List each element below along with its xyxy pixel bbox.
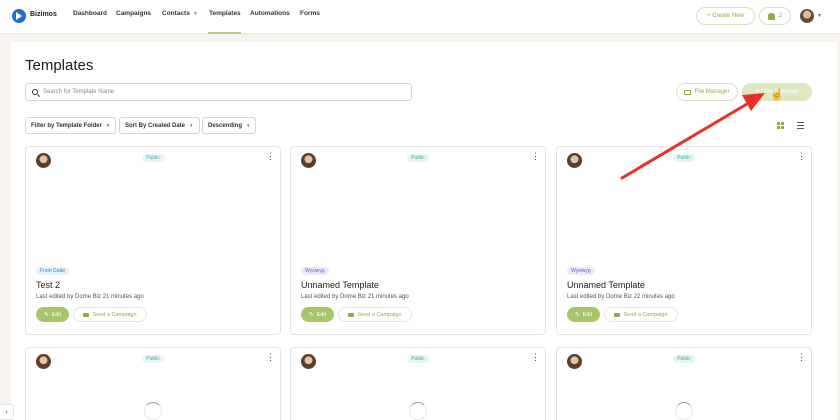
mail-icon — [83, 312, 90, 317]
notifications-button[interactable]: 2 — [759, 7, 791, 25]
filter-folder-dropdown[interactable]: Filter by Template Folder ▼ — [25, 117, 117, 134]
send-campaign-button[interactable]: Send a Campaign — [73, 307, 147, 322]
user-avatar[interactable] — [800, 9, 814, 23]
chevron-down-icon: ▼ — [192, 11, 198, 17]
template-card[interactable]: Public — [290, 347, 546, 420]
nav-automations[interactable]: Automations — [250, 10, 290, 17]
more-options-icon[interactable] — [266, 352, 275, 364]
loading-spinner-icon — [144, 402, 162, 420]
send-campaign-label: Send a Campaign — [357, 311, 402, 318]
pencil-icon: ✎ — [308, 311, 314, 318]
nav-contacts-label: Contacts — [162, 10, 190, 17]
nav-dashboard[interactable]: Dashboard — [73, 10, 107, 17]
edit-button[interactable]: ✎ Edit — [36, 307, 69, 322]
mail-icon — [614, 312, 621, 317]
more-options-icon[interactable] — [797, 151, 806, 163]
template-name: Unnamed Template — [567, 280, 645, 290]
nav-forms-label: Forms — [300, 10, 320, 17]
edit-button[interactable]: ✎ Edit — [301, 307, 334, 322]
pencil-icon: ✎ — [43, 311, 49, 318]
visibility-badge: Public — [142, 154, 164, 162]
grid-view-icon[interactable] — [777, 122, 784, 129]
create-new-button[interactable]: + Create New — [696, 7, 755, 25]
nav-forms[interactable]: Forms — [300, 10, 320, 17]
bizimos-logo-icon[interactable] — [12, 9, 26, 23]
more-options-icon[interactable] — [266, 151, 275, 163]
search-placeholder: Search for Template Name — [43, 89, 115, 95]
nav-dashboard-label: Dashboard — [73, 10, 107, 17]
search-input[interactable]: Search for Template Name — [25, 83, 412, 101]
chevron-down-icon[interactable]: ▼ — [817, 13, 822, 19]
template-card[interactable]: Public From Code Test 2 Last edited by D… — [25, 146, 281, 335]
visibility-badge: Public — [673, 154, 695, 162]
list-view-icon[interactable] — [797, 122, 804, 129]
top-navbar: Bizimos Dashboard Campaigns Contacts ▼ Te… — [0, 0, 840, 34]
visibility-badge: Public — [407, 154, 429, 162]
more-options-icon[interactable] — [531, 352, 540, 364]
chevron-down-icon: ▼ — [105, 123, 111, 128]
sort-label: Sort By Created Date — [125, 122, 186, 129]
visibility-badge: Public — [673, 355, 695, 363]
template-card[interactable]: Public — [25, 347, 281, 420]
template-type-badge: Wysiwyg — [567, 267, 595, 275]
page-title: Templates — [25, 57, 94, 74]
sidebar-toggle[interactable]: › — [0, 404, 14, 420]
template-meta: Last edited by Dome Biz 22 minutes ago — [567, 294, 675, 300]
edit-button[interactable]: ✎ Edit — [567, 307, 600, 322]
more-options-icon[interactable] — [797, 352, 806, 364]
send-campaign-label: Send a Campaign — [623, 311, 668, 318]
author-avatar — [301, 354, 316, 369]
filter-folder-label: Filter by Template Folder — [31, 122, 102, 129]
loading-spinner-icon — [409, 402, 427, 420]
notification-count: 2 — [778, 13, 783, 19]
edit-label: Edit — [51, 311, 62, 318]
nav-campaigns[interactable]: Campaigns — [116, 10, 151, 17]
visibility-badge: Public — [407, 355, 429, 363]
order-dropdown[interactable]: Descending ▼ — [202, 117, 257, 134]
chevron-down-icon: ▼ — [189, 123, 194, 128]
template-type-badge: From Code — [36, 267, 70, 275]
edit-label: Edit — [316, 311, 327, 318]
bell-icon — [767, 12, 775, 20]
template-type-badge: Wysiwyg — [301, 267, 329, 275]
pencil-icon: ✎ — [574, 311, 580, 318]
template-meta: Last edited by Dome Biz 21 minutes ago — [36, 294, 144, 300]
send-campaign-button[interactable]: Send a Campaign — [604, 307, 678, 322]
active-nav-indicator — [208, 32, 241, 34]
edit-label: Edit — [582, 311, 593, 318]
visibility-badge: Public — [142, 355, 164, 363]
mail-icon — [348, 312, 355, 317]
template-name: Test 2 — [36, 280, 61, 290]
template-card[interactable]: Public Wysiwyg Unnamed Template Last edi… — [290, 146, 546, 335]
author-avatar — [36, 354, 51, 369]
chevron-right-icon: › — [5, 408, 8, 416]
send-campaign-button[interactable]: Send a Campaign — [338, 307, 412, 322]
author-avatar — [36, 153, 51, 168]
template-card[interactable]: Public Wysiwyg Unnamed Template Last edi… — [556, 146, 812, 335]
nav-automations-label: Automations — [250, 10, 290, 17]
send-campaign-label: Send a Campaign — [92, 311, 137, 318]
search-icon — [32, 89, 38, 95]
author-avatar — [567, 153, 582, 168]
template-card[interactable]: Public — [556, 347, 812, 420]
nav-templates[interactable]: Templates — [209, 10, 241, 17]
file-manager-button[interactable]: File Manager — [676, 83, 738, 101]
more-options-icon[interactable] — [531, 151, 540, 163]
chevron-down-icon: ▼ — [246, 123, 251, 128]
template-name: Unnamed Template — [301, 280, 379, 290]
nav-contacts[interactable]: Contacts ▼ — [162, 10, 198, 17]
loading-spinner-icon — [675, 402, 693, 420]
file-manager-label: File Manager — [694, 89, 730, 95]
order-label: Descending — [208, 122, 243, 129]
brand-name[interactable]: Bizimos — [30, 11, 57, 18]
pointer-cursor-icon: ☝ — [770, 89, 784, 101]
create-new-label: + Create New — [707, 13, 744, 19]
nav-templates-label: Templates — [209, 10, 241, 17]
author-avatar — [301, 153, 316, 168]
template-meta: Last edited by Dome Biz 21 minutes ago — [301, 294, 409, 300]
image-folder-icon — [684, 89, 692, 95]
sort-dropdown[interactable]: Sort By Created Date ▼ — [119, 117, 200, 134]
nav-campaigns-label: Campaigns — [116, 10, 152, 17]
author-avatar — [567, 354, 582, 369]
